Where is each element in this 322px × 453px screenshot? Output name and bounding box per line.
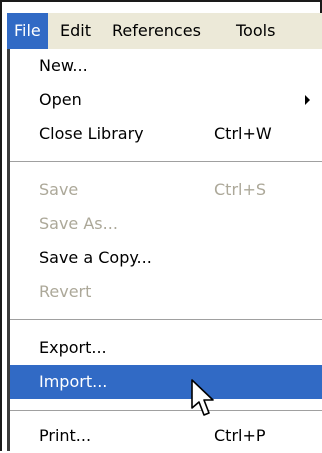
menu-item-open[interactable]: Open [10,83,322,117]
menubar-edit-label: Edit [60,21,91,40]
file-menu-dropdown: New... Open Close Library Ctrl+W Save Ct… [7,49,322,451]
menu-item-save-label: Save [39,180,79,199]
menubar-tools[interactable]: Tools [229,13,282,49]
menu-item-save-a-copy-label: Save a Copy... [39,248,152,267]
menu-item-save: Save Ctrl+S [10,173,322,207]
menu-separator [10,319,322,321]
menubar-file[interactable]: File [7,13,48,49]
menu-item-new[interactable]: New... [10,49,322,83]
menu-item-open-label: Open [39,90,82,109]
menu-item-new-label: New... [39,56,88,75]
submenu-arrow-icon [305,95,310,105]
menu-item-export-label: Export... [39,338,107,357]
menu-item-print-label: Print... [39,426,92,445]
menubar-file-label: File [14,21,41,40]
menu-item-export[interactable]: Export... [10,331,322,365]
menu-item-print-shortcut: Ctrl+P [214,426,266,445]
menu-separator [10,161,322,163]
menu-item-save-shortcut: Ctrl+S [214,180,267,199]
menubar: File Edit References Tools [7,13,322,49]
menubar-references[interactable]: References [105,13,208,49]
menu-separator [10,410,322,412]
menubar-tools-label: Tools [236,21,276,40]
menubar-references-label: References [112,21,201,40]
menu-item-save-a-copy[interactable]: Save a Copy... [10,241,322,275]
menu-item-import-label: Import... [39,372,108,391]
arrow-cursor-icon [191,379,214,416]
menu-item-close-library-label: Close Library [39,124,144,143]
menu-item-close-library[interactable]: Close Library Ctrl+W [10,117,322,151]
menu-item-import[interactable]: Import... [10,365,322,399]
menubar-edit[interactable]: Edit [53,13,98,49]
menu-item-revert-label: Revert [39,282,92,301]
menu-item-close-library-shortcut: Ctrl+W [214,124,272,143]
menu-item-save-as-label: Save As... [39,214,118,233]
menu-item-print[interactable]: Print... Ctrl+P [10,419,322,453]
menu-item-save-as: Save As... [10,207,322,241]
menu-item-revert: Revert [10,275,322,309]
